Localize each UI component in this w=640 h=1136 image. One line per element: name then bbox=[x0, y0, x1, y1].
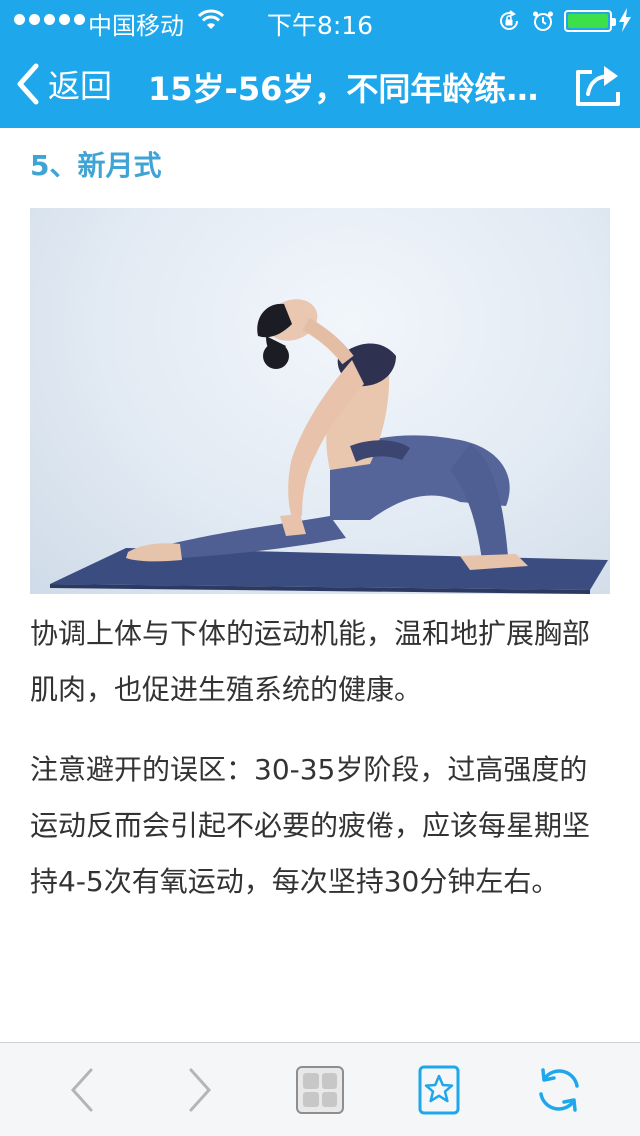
navigation-bar: 返回 15岁-56岁，不同年龄练… bbox=[0, 40, 640, 128]
top-bar: 中国移动 下午8:16 返回 15岁-56岁，不同年龄练… bbox=[0, 0, 640, 128]
browser-back-button[interactable] bbox=[62, 1061, 102, 1119]
paragraph-caution: 注意避开的误区：30-35岁阶段，过高强度的运动反而会引起不必要的疲倦，应该每星… bbox=[30, 753, 591, 898]
favorite-star-icon bbox=[418, 1065, 460, 1115]
charging-bolt-icon bbox=[619, 8, 631, 32]
chevron-left-icon bbox=[70, 1068, 93, 1112]
rotation-lock-icon bbox=[500, 10, 518, 30]
back-button[interactable]: 返回 bbox=[14, 60, 112, 108]
battery-level bbox=[568, 14, 608, 28]
status-bar: 中国移动 下午8:16 bbox=[0, 0, 640, 40]
paragraph-benefits: 协调上体与下体的运动机能，温和地扩展胸部肌肉，也促进生殖系统的健康。 bbox=[30, 617, 591, 706]
tabs-button[interactable] bbox=[295, 1061, 345, 1119]
chevron-right-icon bbox=[189, 1068, 212, 1112]
yoga-pose-photo bbox=[30, 208, 610, 594]
favorite-button[interactable] bbox=[416, 1061, 462, 1119]
back-label: 返回 bbox=[48, 67, 113, 105]
page-title: 15岁-56岁，不同年龄练… bbox=[148, 70, 539, 108]
refresh-button[interactable] bbox=[532, 1061, 586, 1119]
yoga-illustration bbox=[50, 299, 608, 594]
battery-icon bbox=[564, 10, 616, 32]
chevron-left-icon bbox=[17, 63, 39, 105]
article-content: 5、新月式 协调上体与下体的运动机能，温和地扩展胸部肌肉，也促进生殖系统的健康。… bbox=[0, 128, 640, 1042]
section-heading: 5、新月式 bbox=[30, 149, 162, 182]
tabs-icon bbox=[296, 1066, 344, 1114]
browser-forward-button[interactable] bbox=[180, 1061, 220, 1119]
alarm-icon bbox=[533, 11, 553, 31]
bottom-toolbar bbox=[0, 1042, 640, 1136]
refresh-icon bbox=[539, 1068, 579, 1112]
share-icon[interactable] bbox=[574, 62, 624, 108]
